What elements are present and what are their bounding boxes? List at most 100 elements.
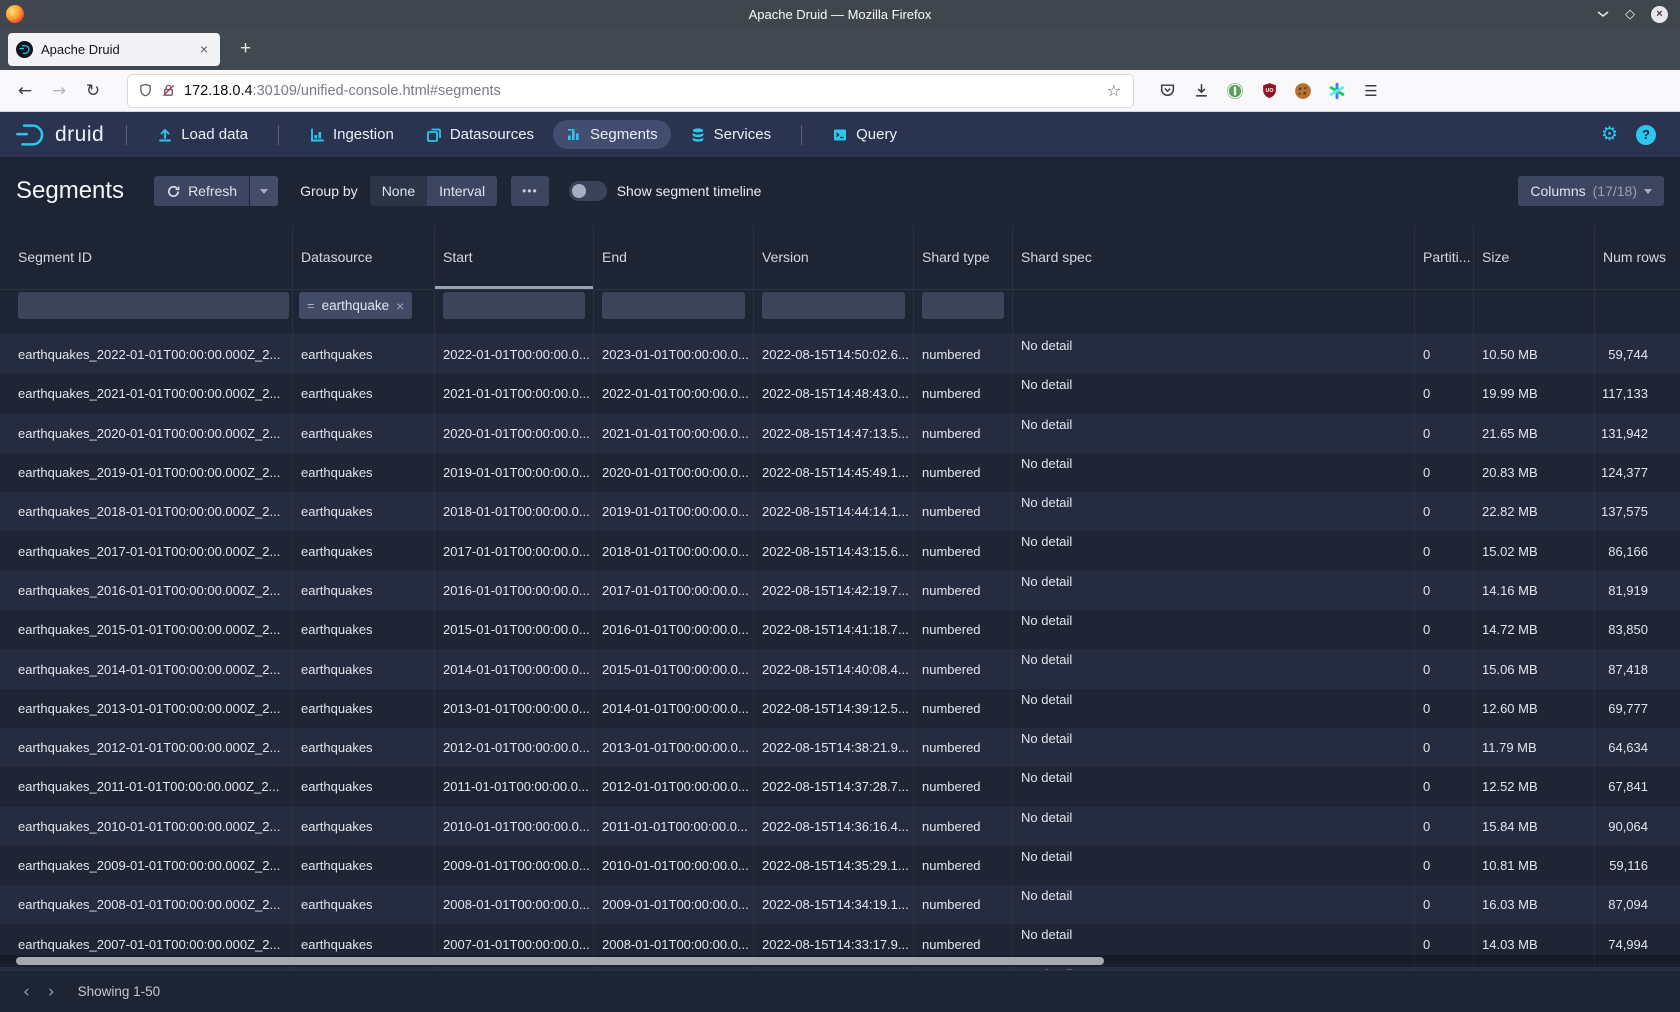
cell-shard-spec: No detail (1013, 610, 1415, 649)
cell-datasource: earthquakes (293, 531, 435, 570)
table-row[interactable]: earthquakes_2016-01-01T00:00:00.000Z_2..… (0, 571, 1680, 610)
column-header-version[interactable]: Version (754, 225, 914, 289)
segment-id-filter-input[interactable] (18, 292, 289, 319)
druid-favicon-icon (16, 41, 33, 58)
shard-type-filter-input[interactable] (922, 292, 1004, 319)
url-bar[interactable]: 172.18.0.4:30109/unified-console.html#se… (128, 75, 1133, 107)
start-filter-input[interactable] (443, 292, 585, 319)
column-header-end[interactable]: End (594, 225, 754, 289)
settings-gear-icon[interactable]: ⚙ (1601, 125, 1618, 144)
refresh-icon (166, 184, 181, 199)
pocket-icon[interactable] (1157, 81, 1177, 101)
refresh-dropdown-button[interactable] (250, 176, 278, 206)
cell-num-rows: 124,377 (1595, 453, 1680, 492)
cell-shard-type: numbered (914, 767, 1013, 806)
druid-logo[interactable]: druid (10, 121, 112, 149)
cell-shard-type: numbered (914, 885, 1013, 924)
table-row[interactable]: earthquakes_2013-01-01T00:00:00.000Z_2..… (0, 689, 1680, 728)
cell-segment-id: earthquakes_2020-01-01T00:00:00.000Z_2..… (0, 414, 293, 453)
nav-item-services[interactable]: Services (677, 120, 785, 149)
table-row[interactable]: earthquakes_2018-01-01T00:00:00.000Z_2..… (0, 492, 1680, 531)
datasource-filter-tag[interactable]: = earthquake × (299, 292, 412, 319)
cookie-extension-icon[interactable] (1293, 81, 1313, 101)
column-header-shard-type[interactable]: Shard type (914, 225, 1013, 289)
column-header-partition[interactable]: Partiti... (1415, 225, 1474, 289)
downloads-icon[interactable] (1191, 81, 1211, 101)
table-row[interactable]: earthquakes_2020-01-01T00:00:00.000Z_2..… (0, 414, 1680, 453)
cell-partition: 0 (1415, 807, 1474, 846)
cell-partition: 0 (1415, 374, 1474, 413)
browser-tab[interactable]: Apache Druid × (8, 33, 220, 66)
table-row[interactable]: earthquakes_2019-01-01T00:00:00.000Z_2..… (0, 453, 1680, 492)
tab-title: Apache Druid (41, 42, 188, 57)
bookmark-star-icon[interactable]: ☆ (1105, 81, 1123, 100)
window-maximize-icon[interactable]: ◇ (1625, 8, 1635, 21)
hamburger-menu-icon[interactable]: ☰ (1361, 81, 1381, 101)
tab-close-icon[interactable]: × (196, 41, 212, 57)
back-icon[interactable]: ← (10, 76, 40, 106)
previous-page-icon[interactable]: ‹ (14, 982, 39, 1002)
browser-window: Apache Druid — Mozilla Firefox ◇ × Apach… (0, 0, 1680, 1012)
window-minimize-icon[interactable] (1597, 10, 1609, 18)
datasource-filter-value: earthquake (322, 298, 390, 313)
cell-num-rows: 81,919 (1595, 571, 1680, 610)
table-row[interactable]: earthquakes_2011-01-01T00:00:00.000Z_2..… (0, 767, 1680, 806)
end-filter-input[interactable] (602, 292, 745, 319)
nav-item-load-data[interactable]: Load data (144, 120, 261, 149)
version-filter-input[interactable] (762, 292, 905, 319)
cell-partition: 0 (1415, 728, 1474, 767)
window-titlebar: Apache Druid — Mozilla Firefox ◇ × (0, 0, 1680, 28)
nav-item-datasources[interactable]: Datasources (413, 120, 547, 149)
cell-size: 14.16 MB (1474, 571, 1595, 610)
remove-filter-icon[interactable]: × (396, 298, 404, 314)
cell-datasource: earthquakes (293, 689, 435, 728)
horizontal-scrollbar-thumb[interactable] (16, 957, 1104, 965)
forward-icon[interactable]: → (44, 76, 74, 106)
help-icon[interactable]: ? (1636, 125, 1656, 145)
cell-size: 20.83 MB (1474, 453, 1595, 492)
table-row[interactable]: earthquakes_2017-01-01T00:00:00.000Z_2..… (0, 531, 1680, 570)
column-header-num-rows[interactable]: Num rows (1595, 225, 1680, 289)
cell-version: 2022-08-15T14:38:21.9... (754, 728, 914, 767)
table-row[interactable]: earthquakes_2010-01-01T00:00:00.000Z_2..… (0, 807, 1680, 846)
cell-partition: 0 (1415, 767, 1474, 806)
ublock-icon[interactable]: UO (1259, 81, 1279, 101)
cell-version: 2022-08-15T14:35:29.1... (754, 846, 914, 885)
nav-item-query[interactable]: Query (819, 120, 910, 149)
table-row[interactable]: earthquakes_2021-01-01T00:00:00.000Z_2..… (0, 374, 1680, 413)
columns-button[interactable]: Columns (17/18) (1518, 176, 1664, 206)
cell-num-rows: 59,744 (1595, 335, 1680, 374)
table-row[interactable]: earthquakes_2014-01-01T00:00:00.000Z_2..… (0, 649, 1680, 688)
next-page-icon[interactable]: › (39, 982, 64, 1002)
column-header-datasource[interactable]: Datasource (293, 225, 435, 289)
segment-timeline-toggle[interactable] (569, 181, 607, 201)
table-row[interactable]: earthquakes_2022-01-01T00:00:00.000Z_2..… (0, 335, 1680, 374)
column-header-size[interactable]: Size (1474, 225, 1595, 289)
table-row[interactable]: earthquakes_2015-01-01T00:00:00.000Z_2..… (0, 610, 1680, 649)
new-tab-button[interactable]: + (234, 38, 257, 60)
nav-item-ingestion[interactable]: Ingestion (296, 120, 407, 149)
group-by-interval-button[interactable]: Interval (427, 176, 497, 206)
insecure-lock-icon[interactable] (161, 83, 176, 98)
window-close-icon[interactable]: × (1651, 6, 1668, 23)
more-options-button[interactable]: ••• (511, 176, 549, 206)
extension-green-icon[interactable] (1225, 81, 1245, 101)
cell-shard-spec: No detail (1013, 492, 1415, 531)
reload-icon[interactable]: ↻ (78, 76, 108, 106)
cell-version: 2022-08-15T14:39:12.5... (754, 689, 914, 728)
group-by-none-button[interactable]: None (370, 176, 427, 206)
table-row[interactable]: earthquakes_2009-01-01T00:00:00.000Z_2..… (0, 846, 1680, 885)
tracking-shield-icon[interactable] (138, 83, 153, 98)
extension-asterisk-icon[interactable] (1327, 81, 1347, 101)
refresh-button[interactable]: Refresh (154, 176, 249, 206)
cell-start: 2011-01-01T00:00:00.0... (435, 767, 594, 806)
table-row[interactable]: earthquakes_2008-01-01T00:00:00.000Z_2..… (0, 885, 1680, 924)
cell-shard-type: numbered (914, 649, 1013, 688)
timeline-toggle-label: Show segment timeline (617, 183, 762, 199)
column-header-shard-spec[interactable]: Shard spec (1013, 225, 1415, 289)
nav-item-segments[interactable]: Segments (553, 120, 671, 149)
column-header-segment-id[interactable]: Segment ID (0, 225, 293, 289)
table-row[interactable]: earthquakes_2012-01-01T00:00:00.000Z_2..… (0, 728, 1680, 767)
cell-end: 2023-01-01T00:00:00.0... (594, 335, 754, 374)
column-header-start[interactable]: Start (435, 225, 594, 289)
